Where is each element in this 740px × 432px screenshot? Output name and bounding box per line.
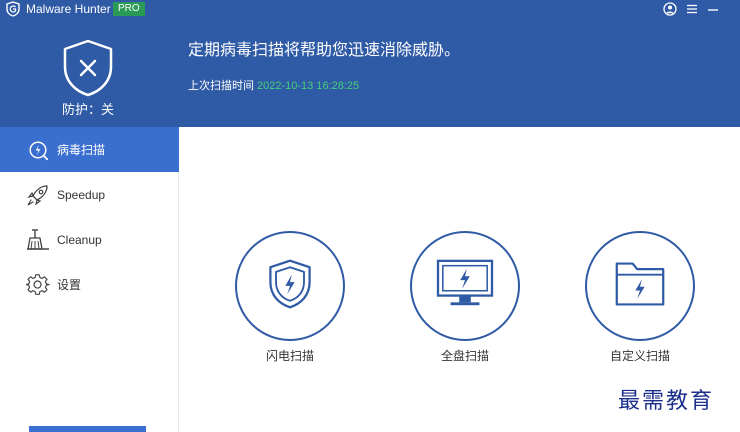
broom-icon bbox=[25, 227, 51, 253]
sidebar-item-label: 病毒扫描 bbox=[57, 143, 106, 157]
sidebar: 病毒扫描 Speedup Cleanup 设置 bbox=[0, 127, 179, 432]
last-scan-time: 2022-10-13 16:28:25 bbox=[257, 80, 360, 92]
protection-shield-icon bbox=[60, 38, 116, 98]
sidebar-item-label: 设置 bbox=[57, 278, 82, 292]
scan-options: 闪电扫描 全盘扫描 自定义扫描 bbox=[180, 127, 740, 432]
sidebar-bottom-bar bbox=[29, 426, 146, 432]
sidebar-item-label: Speedup bbox=[57, 187, 106, 202]
quick-scan-card[interactable]: 闪电扫描 bbox=[235, 231, 345, 364]
sidebar-item-settings[interactable]: 设置 bbox=[0, 262, 179, 307]
sidebar-item-virus-scan[interactable]: 病毒扫描 bbox=[0, 127, 179, 172]
watermark: 最需教育 bbox=[618, 389, 715, 414]
sidebar-item-cleanup[interactable]: Cleanup bbox=[0, 217, 179, 262]
custom-scan-button[interactable] bbox=[585, 231, 695, 341]
user-icon[interactable] bbox=[662, 1, 678, 17]
sidebar-item-speedup[interactable]: Speedup bbox=[0, 172, 179, 217]
full-scan-button[interactable] bbox=[410, 231, 520, 341]
menu-icon[interactable] bbox=[684, 1, 700, 17]
gear-icon bbox=[25, 272, 51, 298]
shield-logo-icon bbox=[5, 1, 21, 17]
rocket-icon bbox=[25, 182, 51, 208]
header: Malware Hunter PRO 防护：关 定期病毒扫描将帮助您迅速消除威胁… bbox=[0, 0, 740, 127]
headline: 定期病毒扫描将帮助您迅速消除威胁。 bbox=[188, 40, 461, 59]
full-scan-label: 全盘扫描 bbox=[440, 349, 489, 363]
shield-bolt-icon bbox=[262, 256, 318, 316]
quick-scan-button[interactable] bbox=[235, 231, 345, 341]
minimize-icon[interactable] bbox=[705, 1, 721, 17]
folder-bolt-icon bbox=[612, 258, 668, 314]
title-bar: Malware Hunter PRO bbox=[0, 0, 740, 18]
sidebar-item-label: Cleanup bbox=[57, 232, 102, 247]
custom-scan-card[interactable]: 自定义扫描 bbox=[585, 231, 695, 364]
app-window: Malware Hunter PRO 防护：关 定期病毒扫描将帮助您迅速消除威胁… bbox=[0, 0, 740, 432]
last-scan-label: 上次扫描时间 bbox=[188, 79, 254, 92]
custom-scan-label: 自定义扫描 bbox=[609, 349, 670, 363]
full-scan-card[interactable]: 全盘扫描 bbox=[410, 231, 520, 364]
virus-scan-icon bbox=[25, 137, 51, 163]
protection-status: 防护：关 bbox=[61, 103, 114, 118]
monitor-bolt-icon bbox=[434, 257, 496, 315]
app-name: Malware Hunter bbox=[26, 2, 111, 16]
quick-scan-label: 闪电扫描 bbox=[265, 349, 314, 363]
last-scan-info: 上次扫描时间 2022-10-13 16:28:25 bbox=[188, 79, 359, 93]
pro-badge: PRO bbox=[113, 2, 145, 16]
